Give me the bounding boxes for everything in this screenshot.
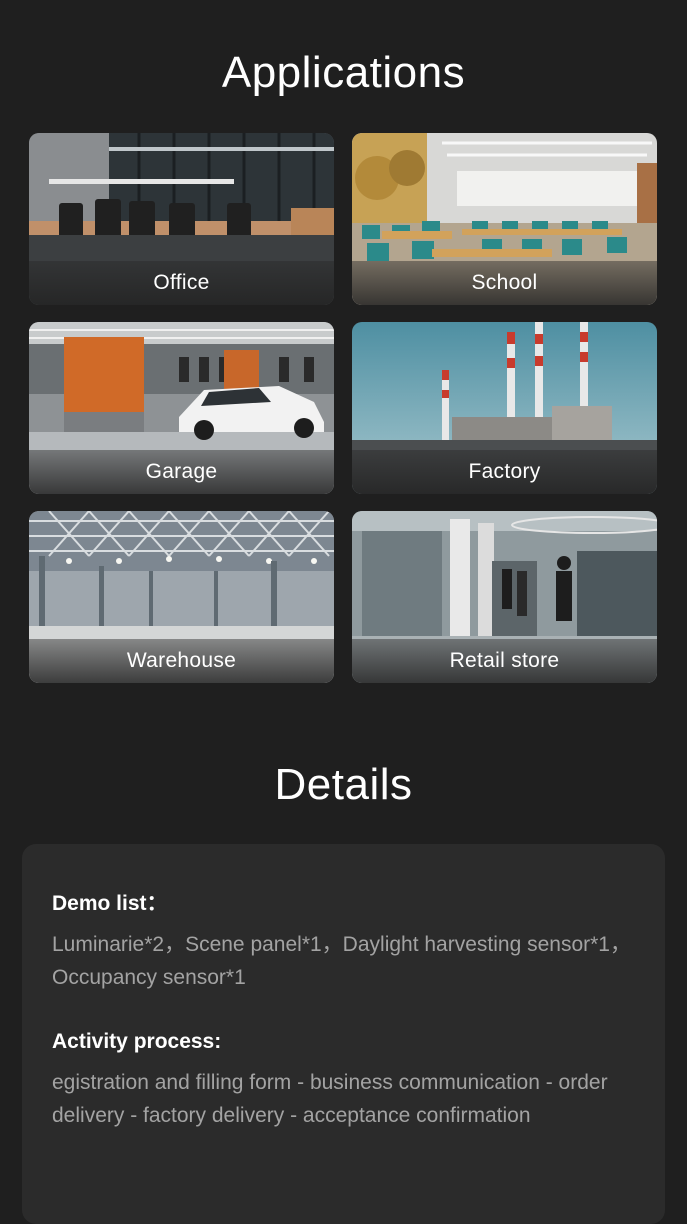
application-card-office[interactable]: Office [29,133,334,305]
retail-store-label-bar: Retail store [352,639,657,683]
demo-list-text: Luminarie*2，Scene panel*1，Daylight harve… [52,933,631,989]
application-card-factory[interactable]: Factory [352,322,657,494]
office-label: Office [153,271,210,294]
retail-store-label: Retail store [449,649,560,672]
garage-label-bar: Garage [29,450,334,494]
factory-label-bar: Factory [352,450,657,494]
activity-process-heading: Activity process: [52,1030,222,1053]
details-card: Demo list： Luminarie*2，Scene panel*1，Day… [22,844,665,1224]
activity-process-text: egistration and filling form - business … [52,1071,608,1127]
garage-label: Garage [145,460,218,483]
application-card-warehouse[interactable]: Warehouse [29,511,334,683]
demo-list-heading: Demo list： [52,892,168,915]
office-label-bar: Office [29,261,334,305]
application-card-garage[interactable]: Garage [29,322,334,494]
application-card-school[interactable]: School [352,133,657,305]
details-content: Demo list： Luminarie*2，Scene panel*1，Day… [52,890,642,1132]
application-card-retail-store[interactable]: Retail store [352,511,657,683]
school-label-bar: School [352,261,657,305]
warehouse-label-bar: Warehouse [29,639,334,683]
applications-grid: Office School Garage Factory Warehouse R… [29,133,657,683]
warehouse-label: Warehouse [126,649,237,672]
applications-title: Applications [221,48,466,97]
factory-label: Factory [468,460,541,483]
demo-list-section: Demo list： Luminarie*2，Scene panel*1，Day… [52,890,642,994]
details-title: Details [274,760,413,809]
school-label: School [471,271,538,294]
activity-process-section: Activity process: egistration and fillin… [52,1028,642,1132]
